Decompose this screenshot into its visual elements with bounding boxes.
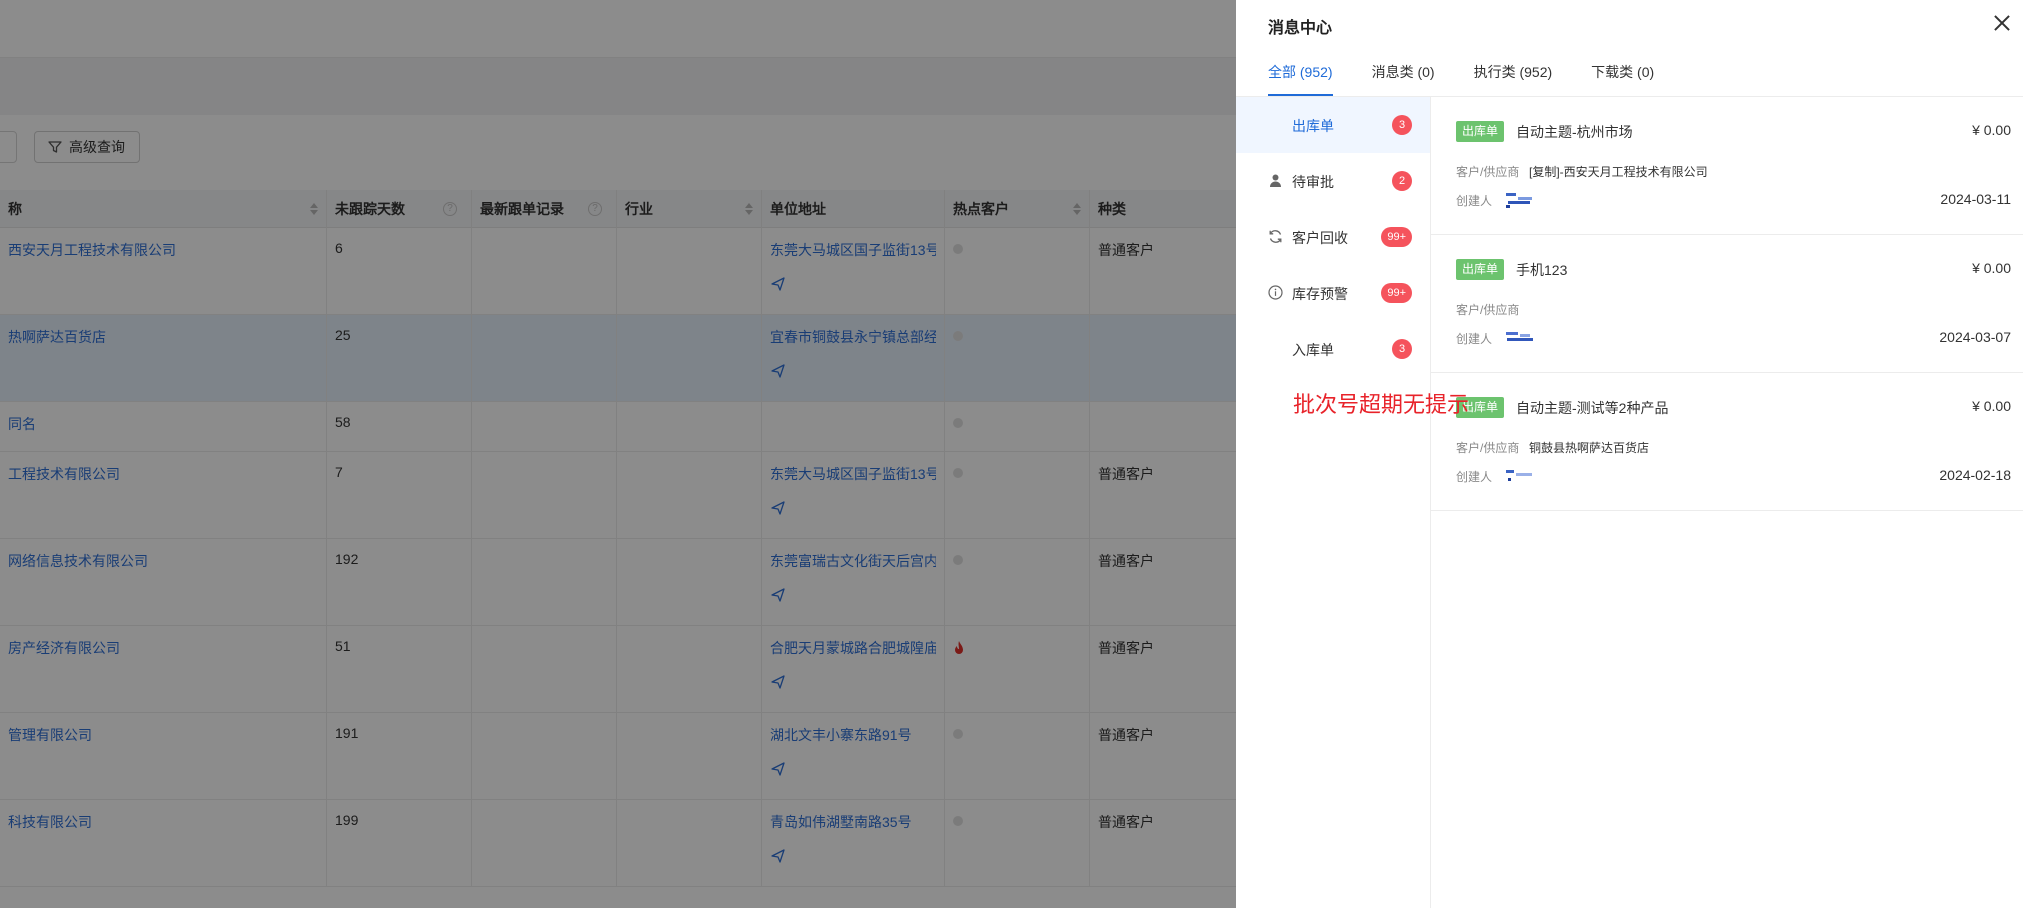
sidebar-item-label: 客户回收 [1292, 230, 1348, 246]
tab-messages[interactable]: 消息类 (0) [1372, 62, 1435, 96]
creator-avatar [1504, 191, 1546, 208]
message-title: 自动主题-杭州市场 [1516, 124, 1633, 140]
supplier-label: 客户/供应商 [1456, 165, 1520, 179]
sidebar-item-customer-recycle[interactable]: 客户回收 99+ [1236, 209, 1430, 265]
sidebar-item-label: 待审批 [1292, 174, 1334, 190]
creator-label: 创建人 [1456, 470, 1493, 484]
creator-avatar [1504, 329, 1546, 345]
tab-downloads[interactable]: 下载类 (0) [1591, 62, 1654, 96]
modal-overlay[interactable] [0, 0, 1236, 908]
tab-all[interactable]: 全部 (952) [1268, 62, 1333, 96]
supplier-value: [复制]-西安天月工程技术有限公司 [1529, 165, 1708, 179]
message-card[interactable]: 出库单 手机123 ¥ 0.00 客户/供应商 创建人 2024-03-07 [1431, 235, 2023, 373]
sidebar-item-inventory-alert[interactable]: 库存预警 99+ [1236, 265, 1430, 321]
message-date: 2024-03-07 [1939, 329, 2011, 345]
sidebar-item-inbound[interactable]: 入库单 3 [1236, 321, 1430, 377]
message-list: 出库单 自动主题-杭州市场 ¥ 0.00 客户/供应商 [复制]-西安天月工程技… [1431, 97, 2023, 511]
count-badge: 99+ [1381, 283, 1412, 303]
supplier-value: 铜鼓县热啊萨达百货店 [1529, 441, 1650, 455]
message-date: 2024-02-18 [1939, 467, 2011, 483]
amount: ¥ 0.00 [1972, 398, 2011, 414]
info-icon [1268, 285, 1283, 300]
supplier-label: 客户/供应商 [1456, 441, 1520, 455]
message-tabs: 全部 (952) 消息类 (0) 执行类 (952) 下载类 (0) [1268, 62, 1654, 96]
amount: ¥ 0.00 [1972, 260, 2011, 276]
supplier-label: 客户/供应商 [1456, 303, 1520, 317]
count-badge: 3 [1392, 115, 1412, 135]
category-sidebar: 出库单 3 待审批 2 客户回收 99+ 库存预警 99+ 入库单 3 [1236, 97, 1431, 908]
creator-label: 创建人 [1456, 332, 1493, 346]
tab-execution[interactable]: 执行类 (952) [1474, 62, 1553, 96]
close-icon[interactable] [1991, 12, 2013, 34]
message-center-drawer: 消息中心 全部 (952) 消息类 (0) 执行类 (952) 下载类 (0) … [1236, 0, 2023, 908]
sidebar-item-outbound[interactable]: 出库单 3 [1236, 97, 1430, 153]
sidebar-item-label: 库存预警 [1292, 286, 1348, 302]
creator-label: 创建人 [1456, 194, 1493, 208]
message-date: 2024-03-11 [1940, 191, 2011, 207]
message-card[interactable]: 出库单 自动主题-测试等2种产品 ¥ 0.00 客户/供应商 铜鼓县热啊萨达百货… [1431, 373, 2023, 511]
count-badge: 3 [1392, 339, 1412, 359]
refresh-icon [1269, 230, 1282, 243]
drawer-title: 消息中心 [1268, 20, 1333, 37]
toast-message: 批次号超期无提示 [1293, 393, 1470, 418]
sidebar-item-pending-approval[interactable]: 待审批 2 [1236, 153, 1430, 209]
type-tag: 出库单 [1456, 121, 1505, 142]
user-icon [1270, 174, 1281, 187]
count-badge: 99+ [1381, 227, 1412, 247]
sidebar-item-label: 出库单 [1292, 118, 1334, 134]
creator-avatar [1504, 467, 1546, 483]
type-tag: 出库单 [1456, 259, 1505, 280]
sidebar-item-label: 入库单 [1292, 342, 1334, 358]
count-badge: 2 [1392, 171, 1412, 191]
message-title: 自动主题-测试等2种产品 [1516, 400, 1669, 416]
amount: ¥ 0.00 [1972, 122, 2011, 138]
message-title: 手机123 [1516, 262, 1568, 278]
message-card[interactable]: 出库单 自动主题-杭州市场 ¥ 0.00 客户/供应商 [复制]-西安天月工程技… [1431, 97, 2023, 235]
